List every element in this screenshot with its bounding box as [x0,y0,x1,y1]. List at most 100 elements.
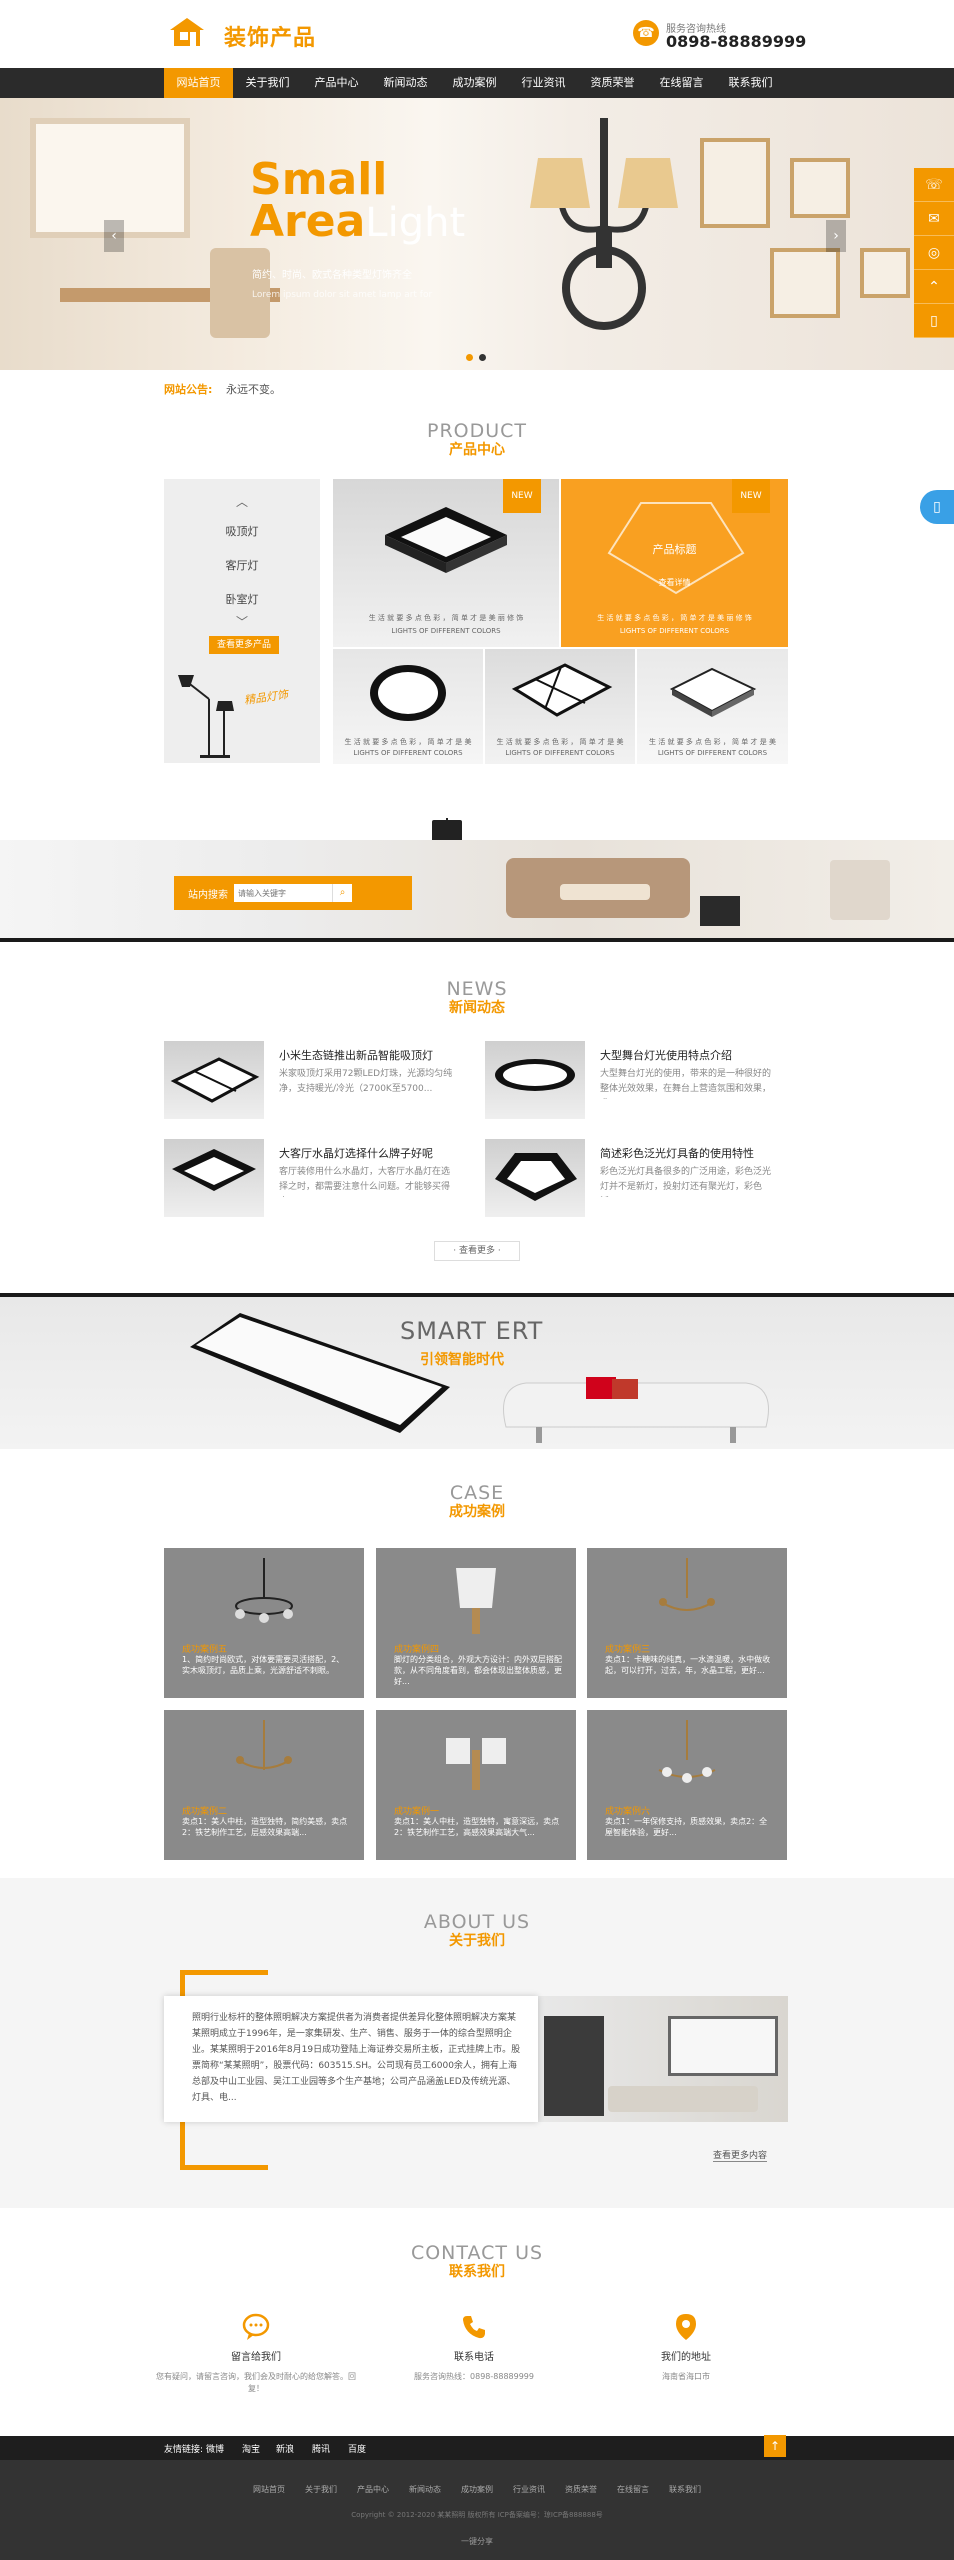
more-products-button[interactable]: 查看更多产品 [209,636,279,654]
tile-caption: 生 活 就 要 多 点 色 彩 ， 简 单 才 是 美 丽 修 饰 [368,614,524,622]
footer-nav-item[interactable]: 产品中心 [347,2484,399,2495]
logo-text[interactable]: 装饰产品 [224,20,316,52]
news-title[interactable]: 简述彩色泛光灯具备的使用特性 [600,1145,785,1161]
case-desc: 1、简约时尚欧式，对体要需要灵活搭配，2、实木吸顶灯，品质上乘，光源舒适不刺眼。 [182,1655,345,1675]
nav-item-honors[interactable]: 资质荣誉 [578,68,647,98]
footer-nav-item[interactable]: 行业资讯 [503,2484,555,2495]
phone-icon [459,2312,489,2342]
tile-caption-en: LIGHTS OF DIFFERENT COLORS [619,627,730,635]
wall-lamp-image [530,118,678,330]
chevron-right-icon[interactable]: › [826,220,846,252]
category-item[interactable]: 客厅灯 [164,557,320,573]
slider-dot[interactable] [466,354,473,361]
news-thumbnail[interactable] [485,1139,585,1217]
phone-icon[interactable]: ☏ [914,168,954,202]
nav-item-news[interactable]: 新闻动态 [371,68,440,98]
friend-link[interactable]: 百度 [348,2442,366,2455]
round-ceiling-light-image [370,665,446,721]
friend-link[interactable]: 新浪 [276,2442,294,2455]
search-icon[interactable]: ⌕ [332,884,352,902]
floor-lamp-shade [432,820,462,842]
nav-item-products[interactable]: 产品中心 [302,68,371,98]
back-to-top-icon[interactable]: ↑ [764,2435,786,2457]
news-thumbnail[interactable] [485,1041,585,1119]
smart-title-cn: 引领智能时代 [420,1352,504,1368]
qq-icon[interactable]: ✉ [914,202,954,236]
tile-caption: 生 活 就 要 多 点 色 彩 ， 简 单 才 是 美 [344,738,472,746]
news-more-button[interactable]: · 查看更多 · [434,1241,520,1261]
tile-caption-en: LIGHTS OF DIFFERENT COLORS [505,749,615,757]
nav-item-message[interactable]: 在线留言 [647,68,716,98]
news-desc: 米家吸顶灯采用72颗LED灯珠，光源均匀纯净，支持暖光/冷光（2700K至570… [279,1069,453,1094]
wechat-icon[interactable]: ◎ [914,236,954,270]
news-item[interactable]: 大客厅水晶灯选择什么牌子好呢 客厅装修用什么水晶灯，大客厅水晶灯在选择之时，都需… [164,1139,464,1219]
friend-link[interactable]: 微博 [206,2442,224,2455]
search-band: 站内搜索 ⌕ [0,840,954,942]
footer-nav-item[interactable]: 成功案例 [451,2484,503,2495]
chevron-left-icon[interactable]: ‹ [104,220,124,252]
product-tile[interactable]: 生 活 就 要 多 点 色 彩 ， 简 单 才 是 美 LIGHTS OF DI… [333,649,483,764]
case-item[interactable]: 成功案例四 脚灯的分类组合，外观大方设计：内外双层搭配款，从不同角度看到，都会体… [376,1548,576,1698]
chat-icon [241,2312,271,2342]
category-item[interactable]: 卧室灯 [164,591,320,607]
share-link[interactable]: 一键分享 [0,2536,954,2547]
news-thumbnail[interactable] [164,1139,264,1217]
news-title[interactable]: 大型舞台灯光使用特点介绍 [600,1047,785,1063]
case-item[interactable]: 成功案例二 卖点1：美人中柱，造型独特，简约美感，卖点2：铁艺制作工艺，层感效果… [164,1710,364,1860]
tile-caption: 生 活 就 要 多 点 色 彩 ， 简 单 才 是 美 [649,738,776,746]
footer-nav-item[interactable]: 在线留言 [607,2484,659,2495]
category-item[interactable]: 吸顶灯 [164,523,320,539]
case-item[interactable]: 成功案例一 卖点1：美人中柱，造型独特，寓意深远，卖点2：铁艺制作工艺，高感效果… [376,1710,576,1860]
nav-item-about[interactable]: 关于我们 [233,68,302,98]
news-item[interactable]: 简述彩色泛光灯具备的使用特性 彩色泛光灯具备很多的广泛用途，彩色泛光灯并不是新灯… [485,1139,785,1219]
news-item[interactable]: 大型舞台灯光使用特点介绍 大型舞台灯光的使用，带来的是一种很好的整体光效效果，在… [485,1041,785,1121]
footer-nav-item[interactable]: 新闻动态 [399,2484,451,2495]
nav-item-contact[interactable]: 联系我们 [716,68,785,98]
ceiling-light-image [385,507,507,573]
search-box: 站内搜索 ⌕ [174,876,412,910]
top-icon[interactable]: ⌃ [914,270,954,304]
square-ceiling-light-image [669,667,757,717]
case-item[interactable]: 成功案例六 卖点1：一年保修支持，质感效果，卖点2：全屋智能体验，更好... [587,1710,787,1860]
footer-nav-item[interactable]: 网站首页 [243,2484,295,2495]
contact-item: 联系电话 服务咨询热线：0898-88889999 [374,2312,574,2383]
tile-more-link[interactable]: 查看详情 [561,577,788,588]
banner-frame-image [860,248,910,298]
nav-item-industry[interactable]: 行业资讯 [509,68,578,98]
footer-nav-item[interactable]: 联系我们 [659,2484,711,2495]
search-input[interactable] [234,884,332,902]
news-title[interactable]: 大客厅水晶灯选择什么牌子好呢 [279,1145,464,1161]
nav-item-cases[interactable]: 成功案例 [440,68,509,98]
slider-dot[interactable] [479,354,486,361]
case-title-cn: 成功案例 [449,1504,505,1520]
news-title[interactable]: 小米生态链推出新品智能吸顶灯 [279,1047,464,1063]
banner-frame-image [770,248,840,318]
chevron-down-icon[interactable]: ﹀ [164,613,320,630]
news-thumbnail[interactable] [164,1041,264,1119]
nav-item-home[interactable]: 网站首页 [164,68,233,98]
about-more-link[interactable]: 查看更多内容 [713,2148,768,2162]
notice-text[interactable]: 永远不变。 [226,381,281,397]
mobile-icon[interactable]: ▯ [914,304,954,338]
footer-nav-item[interactable]: 关于我们 [295,2484,347,2495]
case-item[interactable]: 成功案例三 卖点1：卡糖味的纯真，一水滴温暖，水中做收起，可以打开，过去，年，水… [587,1548,787,1698]
friend-link[interactable]: 淘宝 [242,2442,260,2455]
product-tile[interactable]: 生 活 就 要 多 点 色 彩 ， 简 单 才 是 美 LIGHTS OF DI… [637,649,788,764]
logo-icon[interactable] [168,16,206,48]
case-item[interactable]: 成功案例五 1、简约时尚欧式，对体要需要灵活搭配，2、实木吸顶灯，品质上乘，光源… [164,1548,364,1698]
contact-name: 留言给我们 [231,2352,281,2363]
mobile-icon[interactable]: ▯ [920,490,954,524]
case-desc: 卖点1：一年保修支持，质感效果，卖点2：全屋智能体验，更好... [605,1817,768,1837]
footer-nav-item[interactable]: 资质荣誉 [555,2484,607,2495]
notice-label: 网站公告: [164,383,213,396]
chevron-up-icon[interactable]: ︿ [164,493,320,510]
phone-icon: ☎ [633,20,659,46]
smart-banner: SMART ERT 引领智能时代 [0,1293,954,1449]
product-tile[interactable]: 生 活 就 要 多 点 色 彩 ， 简 单 才 是 美 LIGHTS OF DI… [485,649,635,764]
friend-link[interactable]: 腾讯 [312,2442,330,2455]
news-item[interactable]: 小米生态链推出新品智能吸顶灯 米家吸顶灯采用72颗LED灯珠，光源均匀纯净，支持… [164,1041,464,1121]
news-title-cn: 新闻动态 [449,1000,505,1016]
bookshelf-image [544,2016,604,2116]
product-tile-active[interactable]: NEW 产品标题 查看详情 生 活 就 要 多 点 色 彩 ， 简 单 才 是 … [561,479,788,647]
product-tile[interactable]: NEW 生 活 就 要 多 点 色 彩 ， 简 单 才 是 美 丽 修 饰 LI… [333,479,559,647]
